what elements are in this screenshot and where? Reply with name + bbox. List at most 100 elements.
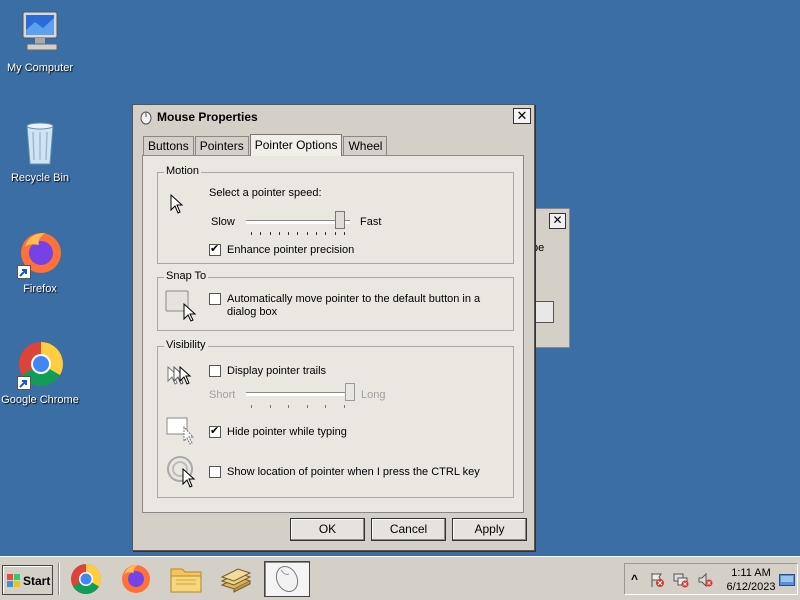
enhance-precision-checkbox[interactable] [209,243,221,256]
taskbar-firefox[interactable] [116,561,156,597]
motion-group-title: Motion [164,165,202,177]
mouse-properties-dialog[interactable]: Mouse Properties ✕ Buttons Pointers Poin… [132,104,535,551]
desktop-icon-label: Recycle Bin [10,172,70,184]
tab-pointer-options[interactable]: Pointer Options [249,134,343,156]
pointer-speed-icon [170,193,184,214]
desktop-icon-label: Firefox [23,283,57,295]
action-center-flag-icon[interactable] [649,572,665,588]
short-label: Short [209,389,236,401]
dialog-titlebar[interactable]: Mouse Properties ✕ [133,105,534,129]
tray-expand-icon[interactable]: ^ [631,572,638,586]
show-location-icon [167,456,196,488]
trail-length-slider-track [246,392,350,396]
slider-tick [269,232,271,235]
desktop-icon-my-computer[interactable]: My Computer [0,8,80,74]
volume-muted-icon[interactable] [697,572,713,588]
clock-time: 1:11 AM [731,567,771,579]
start-button[interactable]: Start [2,565,53,595]
folder-icon [170,568,202,593]
network-icon[interactable] [673,572,689,588]
show-location-checkbox[interactable] [209,466,221,478]
desktop-icon-firefox[interactable]: Firefox [0,229,80,295]
ok-button[interactable]: OK [290,518,365,541]
chrome-icon [71,564,102,595]
firefox-icon [15,229,65,279]
slow-label: Slow [211,216,235,228]
recycle-bin-icon [15,118,65,168]
snap-to-group-title: Snap To [164,270,209,282]
close-button[interactable]: ✕ [513,108,531,124]
pointer-trails-label: Display pointer trails [227,365,327,377]
desktop-icon-google-chrome[interactable]: Google Chrome [0,340,80,406]
books-icon [220,568,252,593]
slider-tick [316,232,318,235]
slider-tick [251,232,252,235]
slider-tick [334,232,336,235]
hide-pointer-checkbox[interactable] [209,425,221,438]
pointer-speed-prompt: Select a pointer speed: [209,187,322,199]
shortcut-arrow-icon [17,265,31,279]
taskbar-books-app[interactable] [216,561,256,597]
tab-wheel[interactable]: Wheel [343,136,388,156]
hide-pointer-icon [166,417,195,445]
long-label: Long [361,389,386,401]
pointer-trails-icon [167,365,192,385]
slider-tick [260,232,262,235]
show-location-label: Show location of pointer when I press th… [227,466,480,478]
slider-tick [297,232,299,235]
mouse-icon [140,111,152,125]
windows-logo-icon [7,574,20,587]
start-label: Start [23,574,51,588]
background-window[interactable]: ✕ be [532,208,570,348]
taskbar-separator [58,563,60,595]
chrome-icon [15,340,65,390]
taskbar-chrome[interactable] [66,561,106,597]
taskbar-file-explorer[interactable] [166,561,206,597]
system-tray: ^ 1:11 AM 6/12/2023 [624,563,798,595]
slider-tick [306,405,308,408]
enhance-precision-label: Enhance pointer precision [227,244,355,256]
visibility-group-title: Visibility [164,339,208,351]
apply-button[interactable]: Apply [452,518,527,541]
slider-tick [306,232,308,235]
snap-to-group: Snap To Automatically move pointer to th… [157,270,514,331]
snap-to-checkbox[interactable] [209,293,221,305]
slider-tick [288,232,290,235]
slider-tick [343,405,345,408]
shortcut-arrow-icon [17,376,31,390]
visibility-group: Visibility Display pointer trails Short … [157,339,514,498]
slider-tick [288,405,290,408]
slider-tick [343,232,345,235]
pointer-speed-slider-thumb[interactable] [334,211,345,229]
background-window-button[interactable] [532,301,554,323]
slider-tick [251,405,252,408]
desktop-icon-recycle-bin[interactable]: Recycle Bin [0,118,80,184]
taskbar: Start ^ 1:11 AM 6/12/2023 [0,556,800,600]
background-window-close-button[interactable]: ✕ [549,213,566,229]
dialog-title: Mouse Properties [157,110,258,124]
taskbar-mouse-properties[interactable] [264,561,310,597]
tab-strip: Buttons Pointers Pointer Options Wheel [143,134,388,156]
clock-date: 6/12/2023 [726,581,776,593]
desktop-icon-label: My Computer [6,62,74,74]
hide-pointer-label: Hide pointer while typing [227,426,347,438]
slider-tick [325,232,327,235]
cancel-button[interactable]: Cancel [371,518,446,541]
show-desktop-icon[interactable] [779,574,795,586]
fast-label: Fast [360,216,382,228]
trail-length-ticks [251,405,345,409]
slider-tick [325,405,327,408]
clock[interactable]: 1:11 AM 6/12/2023 [721,566,781,594]
pointer-options-panel: Motion Select a pointer speed: Slow Fast [142,155,524,513]
tab-buttons[interactable]: Buttons [143,136,194,156]
pointer-trails-checkbox[interactable] [209,365,221,377]
my-computer-icon [15,8,65,58]
desktop-icon-label: Google Chrome [1,394,79,406]
tab-pointers[interactable]: Pointers [194,136,249,156]
mouse-icon [275,565,299,593]
firefox-icon [122,565,150,593]
slider-tick [278,232,280,235]
slider-tick [269,405,271,408]
background-window-titlebar[interactable]: ✕ [532,209,569,233]
snap-to-label-line2: dialog box [227,306,278,318]
